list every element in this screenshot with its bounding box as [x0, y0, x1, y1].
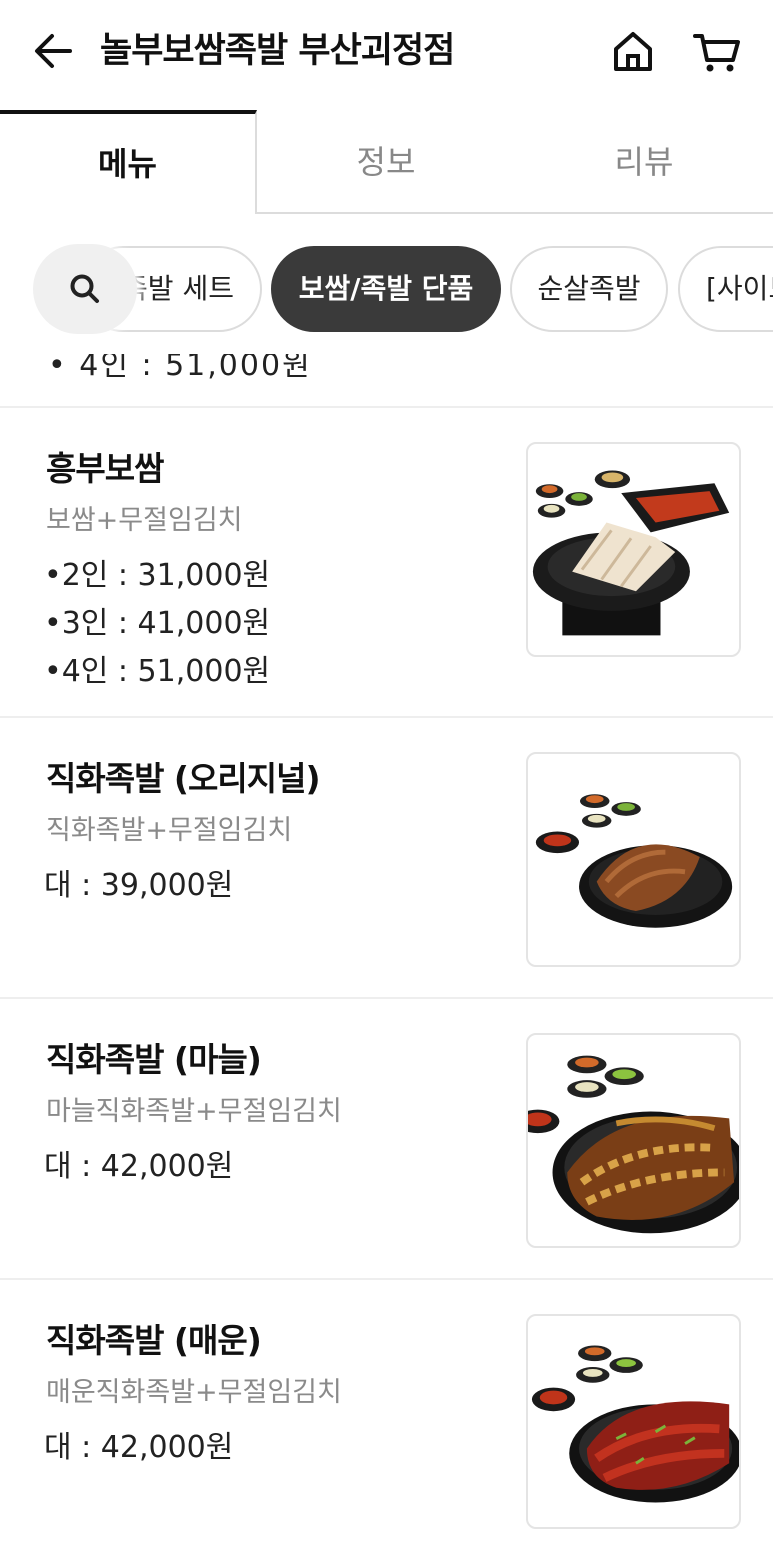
menu-item-description: 매운직화족발+무절임김치 — [46, 1377, 342, 1408]
search-icon — [70, 274, 99, 303]
back-arrow-icon[interactable] — [30, 28, 76, 74]
store-title: 놀부보쌈족발 부산괴정점 — [100, 31, 455, 71]
menu-item-price: 대 : 42,000원 — [44, 1149, 234, 1184]
app-header: 놀부보쌈족발 부산괴정점 — [0, 0, 773, 110]
menu-item-price: •2인 : 31,000원 — [44, 558, 271, 593]
menu-item-name: 직화족발 (매운) — [46, 1321, 262, 1360]
category-chip[interactable]: 순살족발 — [510, 246, 668, 332]
menu-item-photo — [526, 752, 741, 967]
category-chip-selected[interactable]: 보쌈/족발 단품 — [271, 246, 501, 332]
menu-item-name: 흥부보쌈 — [46, 449, 164, 488]
menu-item[interactable]: 직화족발 (매운) 매운직화족발+무절임김치 대 : 42,000원 — [0, 1278, 773, 1545]
category-chip[interactable]: [사이드 — [678, 246, 773, 332]
home-icon[interactable] — [610, 28, 656, 74]
menu-item-price: •4인 : 51,000원 — [44, 654, 271, 689]
menu-item[interactable]: 직화족발 (마늘) 마늘직화족발+무절임김치 대 : 42,000원 — [0, 997, 773, 1278]
menu-item-price: 대 : 42,000원 — [44, 1430, 234, 1465]
menu-item-photo — [526, 1033, 741, 1248]
cart-icon[interactable] — [692, 28, 742, 74]
menu-item-description: 마늘직화족발+무절임김치 — [46, 1096, 342, 1127]
menu-item-photo — [526, 1314, 741, 1529]
menu-item-price: •3인 : 41,000원 — [44, 606, 271, 641]
menu-item-name: 직화족발 (마늘) — [46, 1040, 262, 1079]
menu-item-price: 대 : 39,000원 — [44, 868, 234, 903]
menu-item-name: 직화족발 (오리지널) — [46, 759, 321, 798]
search-button[interactable] — [33, 244, 137, 334]
tab-review[interactable]: 리뷰 — [515, 110, 773, 214]
menu-item-photo — [526, 442, 741, 657]
menu-item[interactable]: 직화족발 (오리지널) 직화족발+무절임김치 대 : 39,000원 — [0, 716, 773, 997]
store-tabs: 메뉴 정보 리뷰 — [0, 110, 773, 216]
menu-item-description: 직화족발+무절임김치 — [46, 815, 293, 846]
menu-item-description: 보쌈+무절임김치 — [46, 505, 243, 536]
category-chip-bar: 족발 세트 보쌈/족발 단품 순살족발 [사이드 — [0, 214, 773, 354]
tab-menu[interactable]: 메뉴 — [0, 110, 257, 216]
menu-item[interactable]: 흥부보쌈 보쌈+무절임김치 •2인 : 31,000원 •3인 : 41,000… — [0, 406, 773, 716]
tab-info[interactable]: 정보 — [257, 110, 515, 214]
